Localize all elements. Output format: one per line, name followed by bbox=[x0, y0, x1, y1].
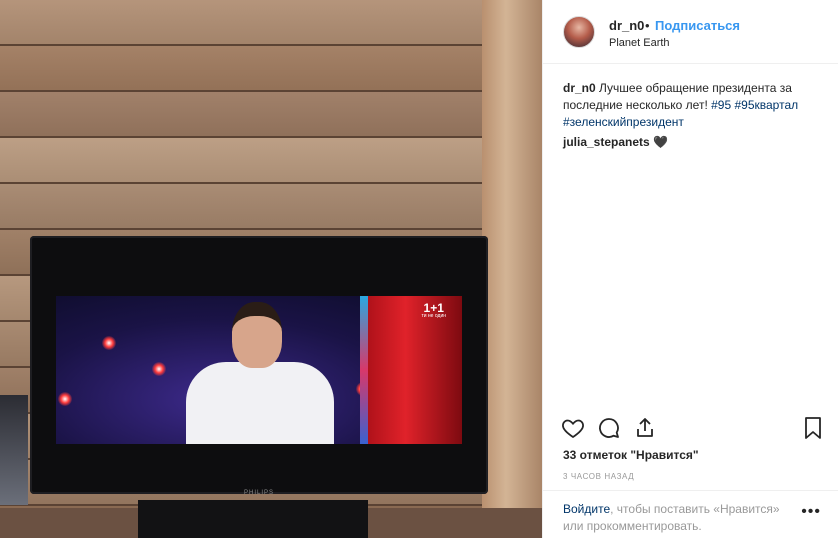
tv: 1+1 ти не один PHILIPS bbox=[30, 236, 488, 496]
follow-button[interactable]: Подписаться bbox=[655, 18, 740, 33]
bookmark-icon[interactable] bbox=[801, 416, 825, 440]
caption-username[interactable]: dr_n0 bbox=[563, 81, 596, 95]
post-photo[interactable]: 1+1 ти не один PHILIPS bbox=[0, 0, 542, 538]
tv-brand: PHILIPS bbox=[243, 490, 274, 496]
more-options-icon[interactable]: ••• bbox=[801, 503, 821, 521]
tv-stand bbox=[138, 500, 368, 538]
post-sidebar: dr_n0 • Подписаться Planet Earth dr_n0 Л… bbox=[542, 0, 838, 538]
side-object bbox=[0, 395, 28, 505]
channel-logo: 1+1 ти не один bbox=[421, 302, 446, 319]
login-prompt: Войдите, чтобы поставить «Нравится» или … bbox=[543, 490, 838, 538]
login-prompt-text: Войдите, чтобы поставить «Нравится» или … bbox=[563, 501, 793, 535]
avatar[interactable] bbox=[563, 16, 595, 48]
heart-icon[interactable] bbox=[561, 416, 585, 440]
hashtag[interactable]: #зеленскийпрезидент bbox=[563, 115, 684, 129]
hashtag[interactable]: #95квартал bbox=[735, 98, 799, 112]
comment-icon[interactable] bbox=[597, 416, 621, 440]
stage-light bbox=[58, 392, 72, 406]
comment-username[interactable]: julia_stepanets bbox=[563, 135, 650, 149]
likes-count[interactable]: 33 отметок "Нравится" bbox=[563, 448, 699, 462]
channel-slogan: ти не один bbox=[421, 313, 446, 319]
share-icon[interactable] bbox=[633, 416, 657, 440]
person-head bbox=[232, 302, 282, 368]
stage-light bbox=[102, 336, 116, 350]
wall-corner bbox=[482, 0, 542, 538]
post-timestamp[interactable]: 3 ЧАСОВ НАЗАД bbox=[563, 472, 634, 481]
post-caption: dr_n0 Лучшее обращение президента за пос… bbox=[563, 80, 825, 131]
separator-dot: • bbox=[645, 18, 650, 33]
action-bar bbox=[561, 416, 825, 442]
stage-light bbox=[152, 362, 166, 376]
login-link[interactable]: Войдите bbox=[563, 502, 610, 516]
username-link[interactable]: dr_n0 bbox=[609, 18, 644, 33]
red-curtain bbox=[368, 296, 462, 444]
location-link[interactable]: Planet Earth bbox=[609, 37, 670, 49]
comment-text: 🖤 bbox=[653, 135, 668, 149]
hashtag[interactable]: #95 bbox=[711, 98, 731, 112]
person-body bbox=[186, 362, 334, 444]
comment-item: julia_stepanets 🖤 bbox=[563, 135, 668, 149]
tv-screen: 1+1 ти не один bbox=[56, 296, 462, 444]
post-header: dr_n0 • Подписаться Planet Earth bbox=[543, 0, 838, 64]
